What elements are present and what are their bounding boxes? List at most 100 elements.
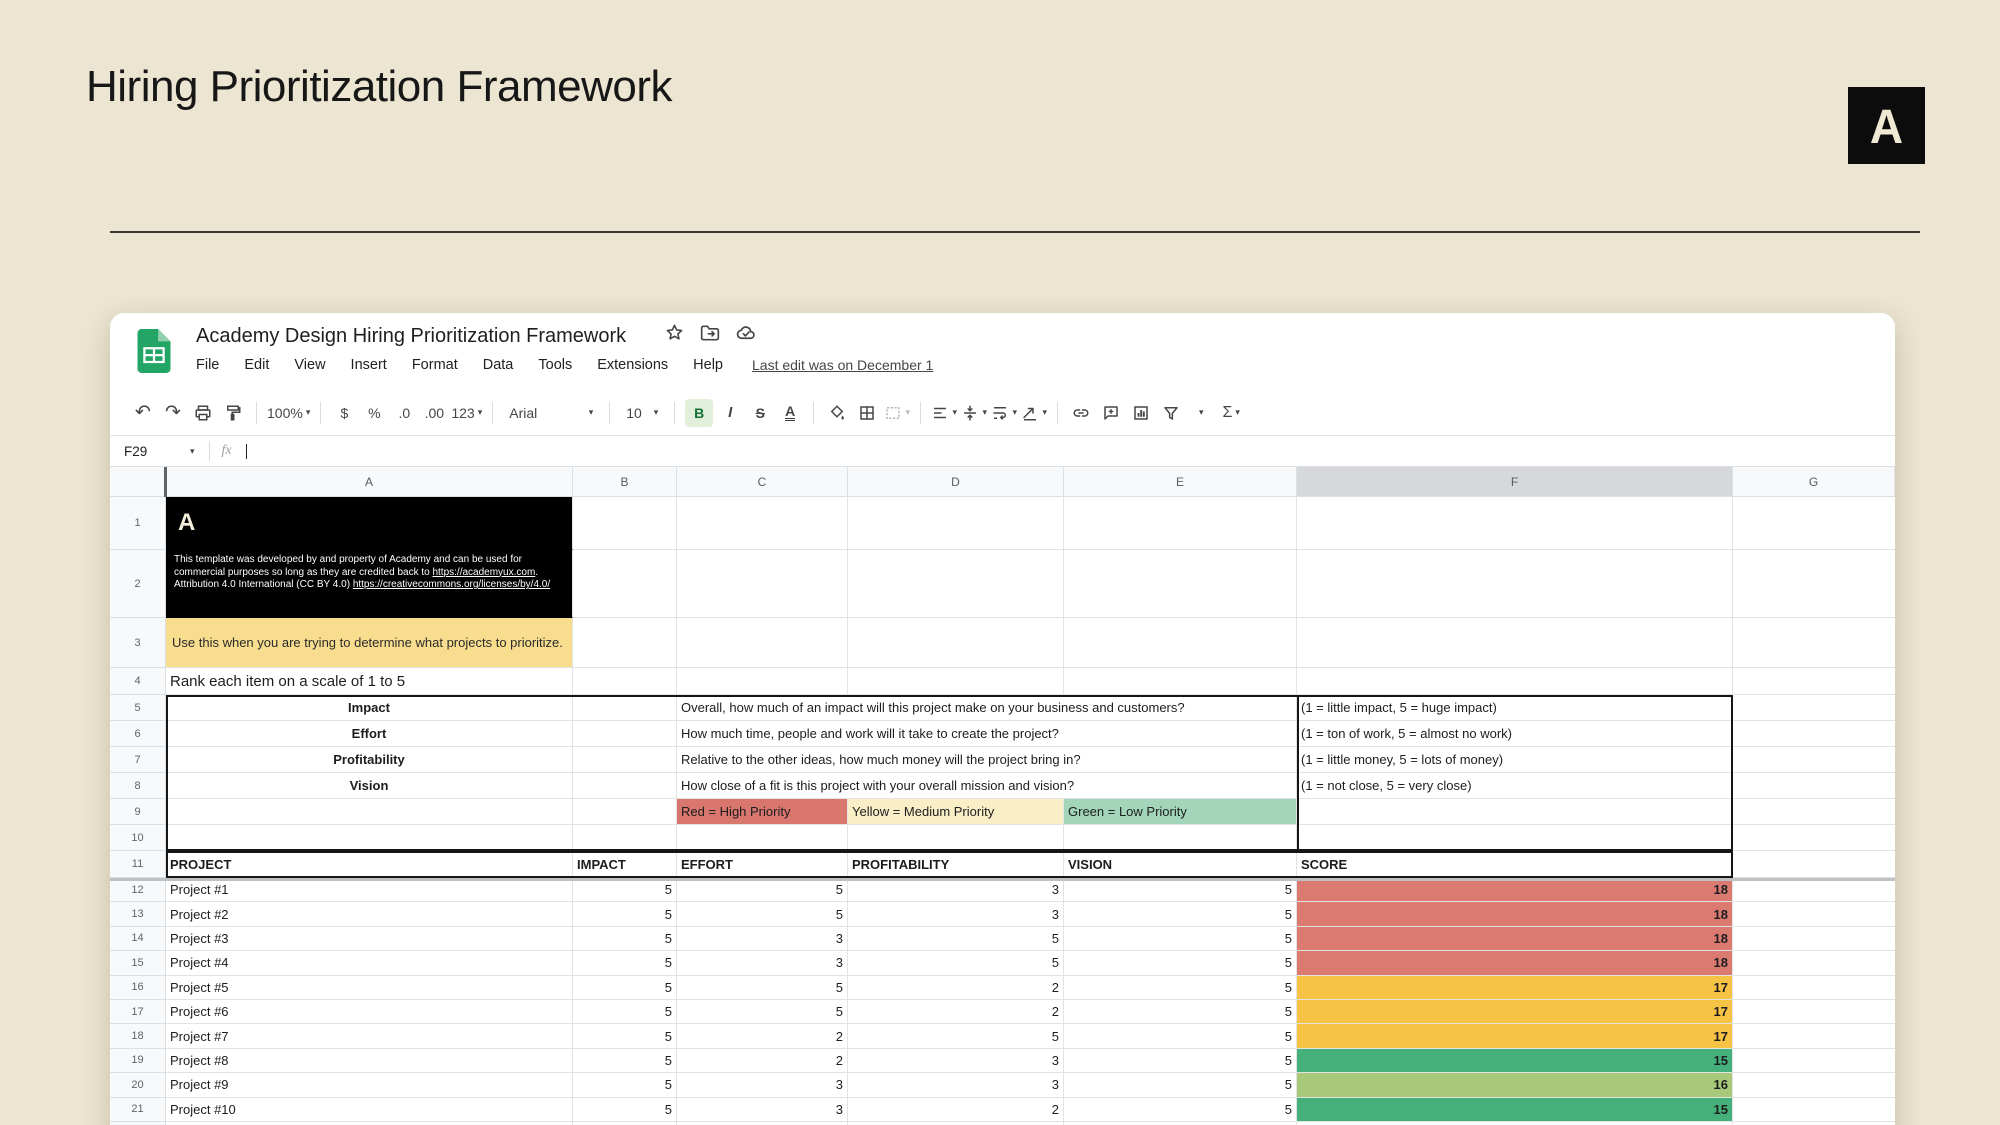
- cell[interactable]: [573, 668, 677, 695]
- project-cell[interactable]: Project #2: [166, 902, 573, 927]
- row-number[interactable]: 13: [110, 902, 166, 927]
- fill-color-button[interactable]: [824, 399, 850, 427]
- criterion-name[interactable]: Vision: [166, 773, 573, 799]
- cell[interactable]: [1733, 951, 1895, 976]
- score-cell[interactable]: 18: [1297, 902, 1733, 927]
- cell-a1-logo[interactable]: A: [166, 497, 573, 550]
- column-header-b[interactable]: B: [573, 467, 677, 497]
- cell[interactable]: [677, 618, 848, 668]
- cell[interactable]: [1733, 825, 1895, 851]
- row-number[interactable]: 12: [110, 878, 166, 903]
- header-impact[interactable]: IMPACT: [573, 851, 677, 878]
- impact-cell[interactable]: 5: [573, 999, 677, 1025]
- font-size-select[interactable]: 10 ▾: [620, 399, 664, 427]
- cell[interactable]: [1733, 668, 1895, 695]
- impact-cell[interactable]: 5: [573, 902, 677, 927]
- sheets-logo-icon[interactable]: [137, 329, 171, 373]
- cell[interactable]: [848, 668, 1064, 695]
- effort-cell[interactable]: 3: [677, 951, 848, 976]
- profitability-cell[interactable]: 5: [848, 926, 1064, 952]
- project-cell[interactable]: Project #4: [166, 951, 573, 976]
- redo-button[interactable]: ↷: [160, 399, 186, 427]
- italic-button[interactable]: I: [717, 399, 743, 427]
- criterion-name[interactable]: Impact: [166, 695, 573, 721]
- row-number[interactable]: 20: [110, 1073, 166, 1098]
- profitability-cell[interactable]: 2: [848, 975, 1064, 1000]
- column-header-g[interactable]: G: [1733, 467, 1895, 497]
- vision-cell[interactable]: 5: [1064, 975, 1297, 1000]
- project-cell[interactable]: Project #7: [166, 1024, 573, 1049]
- criterion-name[interactable]: Effort: [166, 721, 573, 747]
- effort-cell[interactable]: 3: [677, 1073, 848, 1098]
- vision-cell[interactable]: 5: [1064, 926, 1297, 952]
- legend-red[interactable]: Red = High Priority: [677, 799, 848, 825]
- cell[interactable]: [1297, 668, 1733, 695]
- cell[interactable]: [573, 799, 677, 825]
- criterion-description[interactable]: Overall, how much of an impact will this…: [677, 695, 1297, 721]
- cell-a3-note[interactable]: Use this when you are trying to determin…: [166, 618, 573, 668]
- cell[interactable]: [573, 721, 677, 747]
- menu-edit[interactable]: Edit: [244, 357, 269, 373]
- cell[interactable]: [1733, 497, 1895, 550]
- score-cell[interactable]: 18: [1297, 878, 1733, 903]
- academyux-link[interactable]: https://academyux.com: [432, 567, 535, 578]
- row-number[interactable]: 17: [110, 999, 166, 1025]
- cell[interactable]: [1733, 902, 1895, 927]
- legend-green[interactable]: Green = Low Priority: [1064, 799, 1297, 825]
- cell[interactable]: [1733, 1000, 1895, 1025]
- row-number[interactable]: 6: [110, 721, 166, 747]
- cell[interactable]: [677, 550, 848, 618]
- profitability-cell[interactable]: 2: [848, 1097, 1064, 1122]
- row-number[interactable]: 16: [110, 975, 166, 1000]
- cell[interactable]: [573, 497, 677, 550]
- criterion-description[interactable]: How close of a fit is this project with …: [677, 773, 1297, 799]
- format-currency-button[interactable]: $: [331, 399, 357, 427]
- score-cell[interactable]: 16: [1297, 1073, 1733, 1098]
- vision-cell[interactable]: 5: [1064, 1048, 1297, 1074]
- vertical-align-button[interactable]: ▾: [961, 399, 987, 427]
- cell[interactable]: [573, 747, 677, 773]
- profitability-cell[interactable]: 3: [848, 902, 1064, 927]
- effort-cell[interactable]: 5: [677, 975, 848, 1000]
- formula-input-cursor[interactable]: [245, 443, 247, 459]
- cell[interactable]: [1297, 825, 1733, 851]
- cell[interactable]: [573, 550, 677, 618]
- vision-cell[interactable]: 5: [1064, 1024, 1297, 1049]
- undo-button[interactable]: ↶: [130, 399, 156, 427]
- menu-file[interactable]: File: [196, 357, 219, 373]
- text-color-button[interactable]: A: [777, 399, 803, 427]
- cell[interactable]: [1733, 721, 1895, 747]
- effort-cell[interactable]: 2: [677, 1024, 848, 1049]
- cell[interactable]: [1733, 878, 1895, 903]
- score-cell[interactable]: 18: [1297, 926, 1733, 952]
- cell[interactable]: [848, 497, 1064, 550]
- impact-cell[interactable]: 5: [573, 1024, 677, 1049]
- profitability-cell[interactable]: 3: [848, 1048, 1064, 1074]
- project-cell[interactable]: Project #5: [166, 975, 573, 1000]
- row-number[interactable]: 11: [110, 851, 166, 878]
- cell[interactable]: [1733, 747, 1895, 773]
- menu-view[interactable]: View: [294, 357, 325, 373]
- criterion-name[interactable]: Profitability: [166, 747, 573, 773]
- effort-cell[interactable]: 3: [677, 1097, 848, 1122]
- cell[interactable]: [166, 825, 573, 851]
- column-header-a[interactable]: A: [166, 467, 573, 497]
- cell[interactable]: [848, 825, 1064, 851]
- cell[interactable]: [1064, 618, 1297, 668]
- score-cell[interactable]: 17: [1297, 975, 1733, 1000]
- cell[interactable]: [1297, 618, 1733, 668]
- cell[interactable]: [1733, 618, 1895, 668]
- cell[interactable]: [1297, 799, 1733, 825]
- cell[interactable]: [1064, 550, 1297, 618]
- cell[interactable]: [1733, 773, 1895, 799]
- row-number[interactable]: 3: [110, 618, 166, 668]
- profitability-cell[interactable]: 2: [848, 999, 1064, 1025]
- project-cell[interactable]: Project #9: [166, 1073, 573, 1098]
- cell[interactable]: [1733, 976, 1895, 1000]
- vision-cell[interactable]: 5: [1064, 1097, 1297, 1122]
- text-rotation-button[interactable]: ▾: [1021, 399, 1047, 427]
- cloud-saved-icon[interactable]: [736, 324, 757, 341]
- print-button[interactable]: [190, 399, 216, 427]
- cell[interactable]: [1733, 1024, 1895, 1049]
- cell[interactable]: [848, 618, 1064, 668]
